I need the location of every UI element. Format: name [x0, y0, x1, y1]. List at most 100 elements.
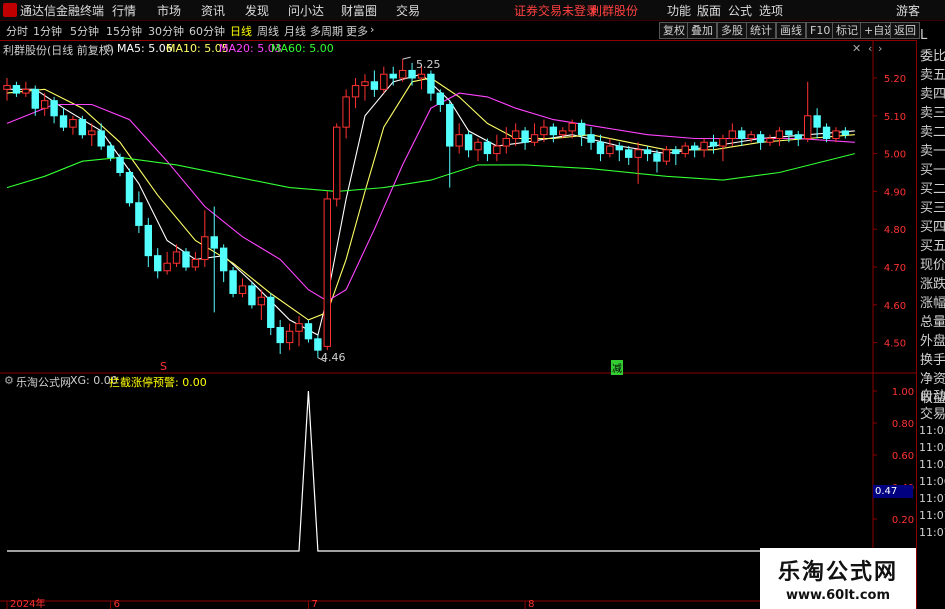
candle [238, 278, 247, 298]
candle-body [568, 122, 576, 132]
candle-body [370, 81, 379, 90]
title-bar: 通达信金融终端 行情 市场 资讯 发现 问小达 财富圈 交易 证券交易未登录 利… [0, 0, 945, 21]
menu-news[interactable]: 资讯 [201, 2, 225, 19]
candle-body [59, 115, 68, 128]
trade-time: 11:05 [919, 458, 945, 471]
candle-body [22, 88, 30, 94]
candle [483, 138, 492, 162]
sell-marker: S [160, 360, 167, 373]
candle-body [398, 69, 407, 79]
menu-wealth[interactable]: 财富圈 [341, 2, 377, 19]
chevron-right-icon[interactable]: › [878, 42, 882, 55]
menu-options[interactable]: 选项 [759, 2, 783, 19]
candle-body [116, 156, 124, 173]
login-warning[interactable]: 证券交易未登录 [514, 2, 598, 19]
candle [530, 123, 539, 147]
candle [625, 146, 633, 165]
candle [163, 251, 171, 275]
candle-body [342, 96, 350, 128]
candle [323, 191, 331, 351]
trade-time: 11:07 [919, 509, 945, 522]
tab-daily[interactable]: 日线 [230, 23, 252, 39]
f10-button[interactable]: F10 [806, 22, 835, 39]
tab-60min[interactable]: 60分钟 [189, 23, 225, 39]
price-tick-label: 4.70 [884, 263, 906, 274]
candle-body [154, 255, 162, 272]
candle [304, 319, 313, 343]
date-tick-label: 2024年 [10, 597, 45, 609]
panel-label: 买五 [920, 239, 945, 254]
user-guest[interactable]: 游客 [896, 2, 920, 19]
candle [361, 74, 369, 101]
candle-body [248, 285, 256, 306]
statistics-button[interactable]: 统计 [746, 22, 776, 39]
menu-quotes[interactable]: 行情 [112, 2, 136, 19]
indicator-tick-label: 0.20 [892, 515, 914, 526]
tab-multi-period[interactable]: 多周期 [310, 23, 343, 39]
candle-body [530, 134, 539, 143]
draw-line-button[interactable]: 画线 [776, 22, 806, 39]
menu-trade[interactable]: 交易 [396, 2, 420, 19]
menu-formula[interactable]: 公式 [728, 2, 752, 19]
candle-body [785, 130, 793, 136]
settings-gear-icon[interactable]: ⚙ [4, 374, 14, 387]
overlay-button[interactable]: 叠加 [687, 22, 717, 39]
back-button[interactable]: 返回 [890, 22, 920, 39]
tab-weekly[interactable]: 周线 [257, 23, 279, 39]
close-icon[interactable]: ✕ [852, 42, 861, 55]
candle-body [408, 69, 416, 79]
menu-layout[interactable]: 版面 [697, 2, 721, 19]
indicator-tick-label: 1.00 [892, 387, 914, 398]
candle-body [333, 126, 341, 200]
menu-ask[interactable]: 问小达 [288, 2, 324, 19]
tab-more[interactable]: 更多 [346, 23, 368, 39]
mark-button[interactable]: 标记 [832, 22, 862, 39]
kline-chart[interactable]: 5.20 5.10 5.00 4.90 4.80 4.70 4.60 4.50 1.00 0.80… [0, 40, 916, 609]
settings-gear-icon[interactable]: ⚙ [104, 42, 114, 55]
candle-body [238, 285, 247, 294]
candle-body [766, 137, 774, 143]
tab-timeshare[interactable]: 分时 [6, 23, 28, 39]
candle-body [813, 115, 821, 128]
candle [12, 81, 21, 97]
candle [738, 127, 746, 147]
chevron-right-icon[interactable]: › [370, 23, 374, 36]
candle [342, 89, 350, 139]
candle-body [549, 126, 558, 136]
chevron-left-icon[interactable]: ‹ [868, 42, 872, 55]
candle [841, 127, 850, 139]
candle [643, 146, 652, 162]
candle-body [775, 130, 784, 139]
candle-body [3, 85, 11, 90]
adjust-button[interactable]: 复权 [659, 22, 689, 39]
multi-stock-button[interactable]: 多股 [717, 22, 747, 39]
tab-monthly[interactable]: 月线 [284, 23, 306, 39]
panel-label: 卖二 [920, 125, 945, 140]
candle-body [804, 115, 812, 139]
tab-30min[interactable]: 30分钟 [148, 23, 184, 39]
tab-15min[interactable]: 15分钟 [106, 23, 142, 39]
tab-1min[interactable]: 1分钟 [33, 23, 62, 39]
watermark-title: 乐淘公式网 [777, 560, 898, 585]
price-tick-label: 5.20 [884, 74, 906, 85]
candle-body [756, 134, 765, 143]
tab-5min[interactable]: 5分钟 [70, 23, 99, 39]
candle-body [690, 145, 699, 151]
candle-body [78, 119, 87, 136]
panel-label: 换手 [920, 353, 945, 368]
menu-discover[interactable]: 发现 [245, 2, 269, 19]
menu-market[interactable]: 市场 [157, 2, 181, 19]
candle [370, 70, 379, 97]
candle-body [436, 92, 445, 105]
candle [125, 168, 134, 207]
watermark-url: www.60lt.com [785, 588, 891, 603]
menu-function[interactable]: 功能 [667, 2, 691, 19]
high-pointer [402, 56, 411, 60]
candle-body [125, 172, 134, 204]
candle-body [163, 262, 171, 272]
candle [427, 70, 435, 101]
candle-body [634, 149, 642, 158]
candle [276, 319, 284, 354]
candle-body [587, 134, 595, 143]
candle-body [464, 134, 473, 151]
